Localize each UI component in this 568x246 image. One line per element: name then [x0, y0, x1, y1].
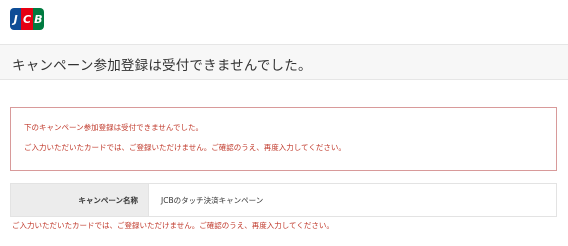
error-message-line-1: 下のキャンペーン参加登録は受付できませんでした。: [24, 123, 204, 132]
error-message-box: 下のキャンペーン参加登録は受付できませんでした。 ご入力いただいたカードでは、ご…: [10, 107, 557, 171]
campaign-name-header: キャンペーン名称: [11, 184, 149, 216]
field-error-message: ご入力いただいたカードでは、ご登録いただけません。ご確認のうえ、再度入力してくだ…: [12, 221, 334, 230]
logo-letter-b: B: [32, 8, 44, 30]
page-title: キャンペーン参加登録は受付できませんでした。: [12, 58, 312, 74]
site-header: J C B: [0, 0, 568, 44]
campaign-table: キャンペーン名称 JCBのタッチ決済キャンペーン: [10, 183, 557, 217]
jcb-logo[interactable]: J C B: [10, 8, 44, 30]
error-message-line-2: ご入力いただいたカードでは、ご登録いただけません。ご確認のうえ、再度入力してくだ…: [24, 143, 346, 152]
campaign-name-value: JCBのタッチ決済キャンペーン: [161, 195, 264, 205]
title-bar: キャンペーン参加登録は受付できませんでした。: [0, 44, 568, 80]
logo-letter-j: J: [10, 8, 22, 30]
logo-letter-c: C: [21, 8, 33, 30]
